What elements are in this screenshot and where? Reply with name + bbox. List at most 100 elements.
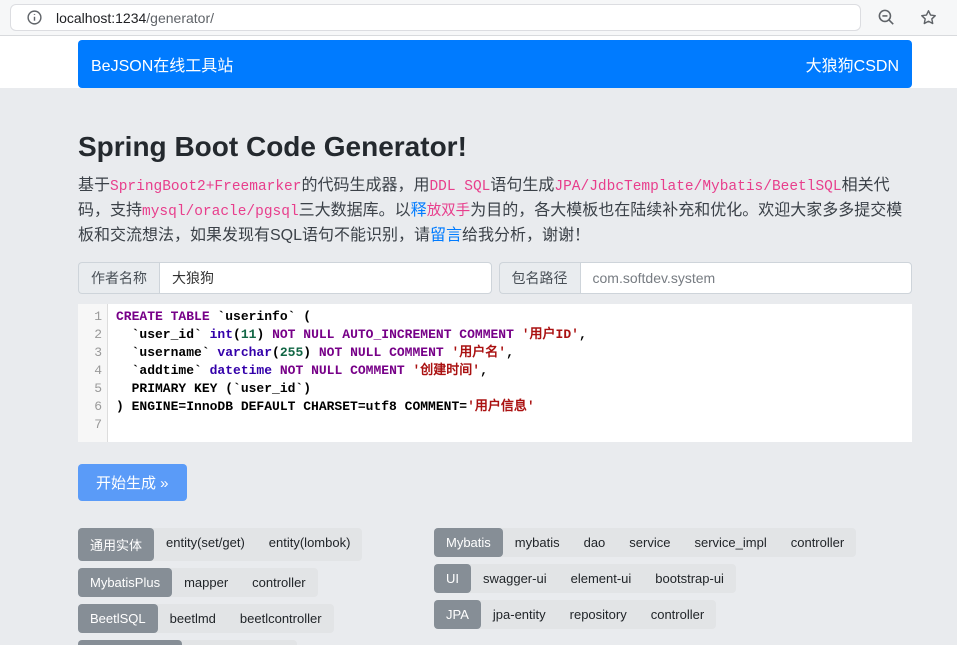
inline-link[interactable]: 留言 bbox=[430, 227, 462, 244]
template-group-label: JPA bbox=[434, 600, 481, 629]
settings-form: 作者名称 包名路径 bbox=[78, 262, 912, 294]
page: BeJSON在线工具站 大狼狗CSDN Spring Boot Code Gen… bbox=[0, 40, 957, 645]
info-icon[interactable] bbox=[21, 5, 47, 31]
inline-code: DDL SQL bbox=[429, 179, 490, 195]
template-link[interactable]: repository bbox=[558, 600, 639, 629]
template-group-label: MybatisPlus bbox=[78, 568, 172, 597]
editor-code[interactable]: CREATE TABLE `userinfo` ( `user_id` int(… bbox=[108, 304, 912, 442]
line-number: 3 bbox=[78, 344, 102, 362]
author-input[interactable] bbox=[159, 262, 492, 294]
template-link[interactable]: daoimpl bbox=[182, 640, 252, 645]
text-segment: 给我分析，谢谢！ bbox=[462, 227, 590, 244]
code-token: ( bbox=[233, 327, 241, 342]
code-token: NOT NULL AUTO_INCREMENT COMMENT bbox=[272, 327, 514, 342]
code-token: `user_id` bbox=[116, 327, 210, 342]
line-number: 4 bbox=[78, 362, 102, 380]
code-token: NOT NULL COMMENT bbox=[280, 363, 405, 378]
template-link[interactable]: service_impl bbox=[682, 528, 778, 557]
code-line[interactable]: PRIMARY KEY (`user_id`) bbox=[116, 380, 912, 398]
text-segment: 基于 bbox=[78, 177, 110, 194]
code-token: datetime bbox=[210, 363, 272, 378]
template-group: UIswagger-uielement-uibootstrap-ui bbox=[434, 564, 736, 593]
template-link[interactable]: swagger-ui bbox=[471, 564, 559, 593]
navbar-brand-link[interactable]: BeJSON在线工具站 bbox=[91, 52, 233, 76]
code-line[interactable]: `user_id` int(11) NOT NULL AUTO_INCREMEN… bbox=[116, 326, 912, 344]
address-bar[interactable]: localhost:1234/generator/ bbox=[10, 4, 861, 31]
template-group-label: BeetlSQL bbox=[78, 604, 158, 633]
site-navbar: BeJSON在线工具站 大狼狗CSDN bbox=[78, 40, 912, 88]
template-link[interactable]: controller bbox=[639, 600, 716, 629]
code-line[interactable]: `username` varchar(255) NOT NULL COMMENT… bbox=[116, 344, 912, 362]
inline-code: SpringBoot2+Freemarker bbox=[110, 179, 301, 195]
template-link[interactable]: controller bbox=[779, 528, 856, 557]
code-line[interactable] bbox=[116, 416, 912, 434]
sql-editor[interactable]: 1234567 CREATE TABLE `userinfo` ( `user_… bbox=[78, 304, 912, 442]
template-link[interactable]: mybatis bbox=[503, 528, 572, 557]
code-line[interactable]: `addtime` datetime NOT NULL COMMENT '创建时… bbox=[116, 362, 912, 380]
description: 基于SpringBoot2+Freemarker的代码生成器，用DDL SQL语… bbox=[78, 174, 912, 248]
template-link[interactable]: controller bbox=[240, 568, 317, 597]
url-text[interactable]: localhost:1234/generator/ bbox=[56, 10, 214, 26]
text-segment: 三大数据库。以 bbox=[299, 202, 411, 219]
template-link[interactable]: mapper bbox=[172, 568, 240, 597]
zoom-out-icon[interactable] bbox=[873, 5, 899, 31]
template-group-label: JdbcTemplate bbox=[78, 640, 182, 645]
jumbotron: Spring Boot Code Generator! 基于SpringBoot… bbox=[0, 88, 957, 645]
template-link[interactable]: service bbox=[617, 528, 682, 557]
code-token: 11 bbox=[241, 327, 257, 342]
code-line[interactable]: ) ENGINE=InnoDB DEFAULT CHARSET=utf8 COM… bbox=[116, 398, 912, 416]
code-token bbox=[514, 327, 522, 342]
author-label: 作者名称 bbox=[78, 262, 159, 294]
template-groups: 通用实体entity(set/get)entity(lombok) Mybatis… bbox=[78, 528, 912, 645]
editor-gutter: 1234567 bbox=[78, 304, 108, 442]
template-link[interactable]: dao bbox=[252, 640, 298, 645]
line-number: 6 bbox=[78, 398, 102, 416]
generate-button[interactable]: 开始生成 » bbox=[78, 464, 187, 501]
template-group-label: 通用实体 bbox=[78, 528, 154, 561]
template-link[interactable]: element-ui bbox=[559, 564, 644, 593]
template-group: JPAjpa-entityrepositorycontroller bbox=[434, 600, 716, 629]
line-number: 1 bbox=[78, 308, 102, 326]
code-token: ) bbox=[303, 345, 319, 360]
code-token: varchar bbox=[217, 345, 272, 360]
template-column-right: Mybatismybatisdaoserviceservice_implcont… bbox=[434, 528, 856, 645]
package-input-group: 包名路径 bbox=[499, 262, 913, 294]
template-group: Mybatismybatisdaoserviceservice_implcont… bbox=[434, 528, 856, 557]
template-group: 通用实体entity(set/get)entity(lombok) bbox=[78, 528, 362, 561]
line-number: 7 bbox=[78, 416, 102, 434]
line-number: 2 bbox=[78, 326, 102, 344]
template-link[interactable]: jpa-entity bbox=[481, 600, 558, 629]
template-link[interactable]: entity(lombok) bbox=[257, 528, 363, 561]
code-token bbox=[272, 363, 280, 378]
code-token: , bbox=[579, 327, 587, 342]
code-token: '用户ID' bbox=[522, 327, 579, 342]
template-link[interactable]: beetlcontroller bbox=[228, 604, 334, 633]
code-token: `userinfo` ( bbox=[210, 309, 311, 324]
code-token: `username` bbox=[116, 345, 217, 360]
code-token: ) bbox=[256, 327, 272, 342]
code-token: 255 bbox=[280, 345, 303, 360]
url-path: /generator/ bbox=[146, 10, 214, 26]
package-input[interactable] bbox=[580, 262, 913, 294]
inline-code: mysql/oracle/pgsql bbox=[142, 204, 299, 220]
code-token: ) ENGINE=InnoDB DEFAULT CHARSET=utf8 COM… bbox=[116, 399, 467, 414]
code-token bbox=[444, 345, 452, 360]
code-token: '创建时间' bbox=[413, 363, 481, 378]
template-group: MybatisPlusmappercontroller bbox=[78, 568, 318, 597]
inline-link[interactable]: 释 bbox=[411, 202, 427, 219]
code-line[interactable]: CREATE TABLE `userinfo` ( bbox=[116, 308, 912, 326]
template-link[interactable]: dao bbox=[572, 528, 618, 557]
code-token: int bbox=[210, 327, 233, 342]
code-token: CREATE TABLE bbox=[116, 309, 210, 324]
template-link[interactable]: beetlmd bbox=[158, 604, 228, 633]
template-link[interactable]: entity(set/get) bbox=[154, 528, 257, 561]
star-icon[interactable] bbox=[915, 5, 941, 31]
code-token: , bbox=[480, 363, 488, 378]
code-token: '用户信息' bbox=[467, 399, 535, 414]
browser-toolbar: localhost:1234/generator/ bbox=[0, 0, 957, 36]
text-segment: 的代码生成器，用 bbox=[301, 177, 429, 194]
author-input-group: 作者名称 bbox=[78, 262, 492, 294]
navbar-csdn-link[interactable]: 大狼狗CSDN bbox=[806, 52, 899, 76]
template-link[interactable]: bootstrap-ui bbox=[643, 564, 736, 593]
template-group-label: Mybatis bbox=[434, 528, 503, 557]
